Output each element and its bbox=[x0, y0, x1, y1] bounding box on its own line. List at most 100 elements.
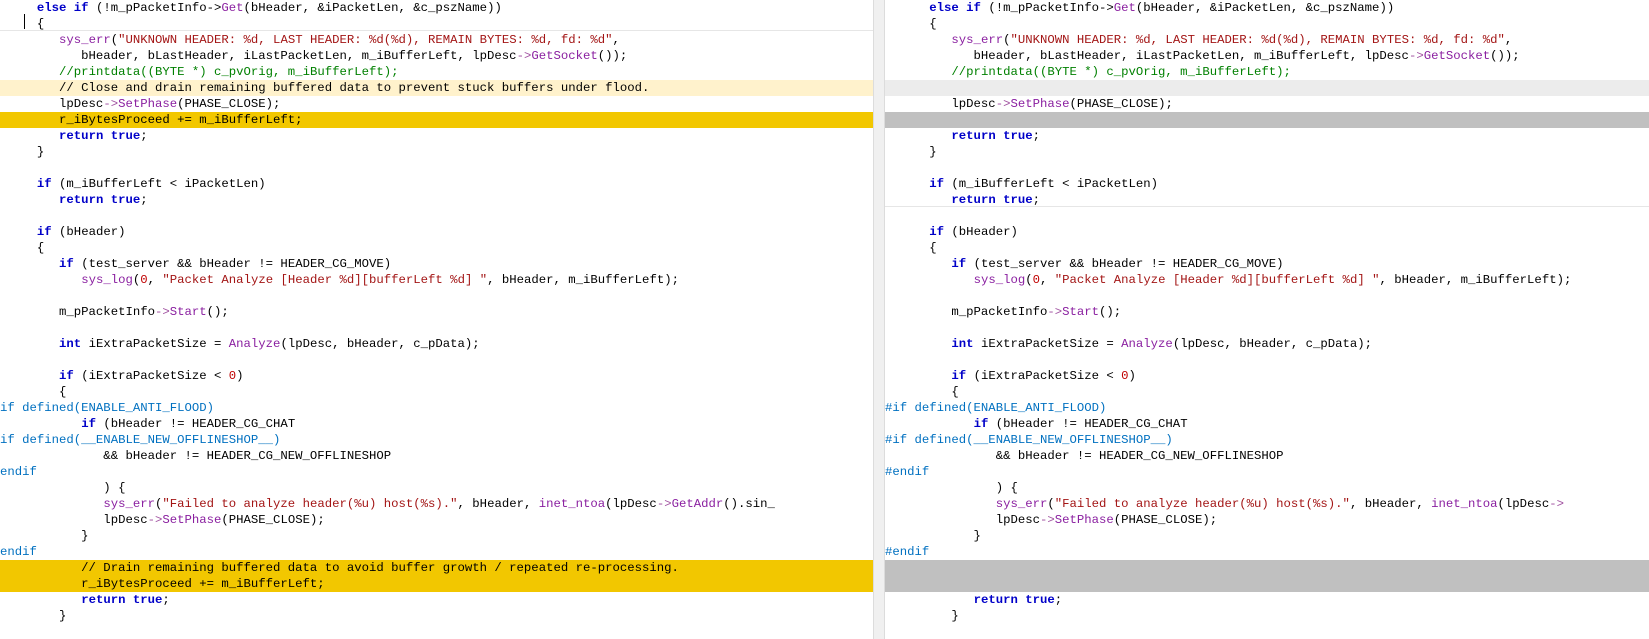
code-token: bHeader, bLastHeader, iLastPacketLen, m_… bbox=[885, 49, 1409, 63]
left-code-line[interactable]: if defined(__ENABLE_NEW_OFFLINESHOP__) bbox=[0, 432, 873, 448]
left-code-line[interactable]: // Drain remaining buffered data to avoi… bbox=[0, 560, 873, 576]
left-code-line[interactable]: r_iBytesProceed += m_iBufferLeft; bbox=[0, 112, 873, 128]
left-code-line[interactable] bbox=[0, 288, 873, 304]
right-code-line[interactable]: if (bHeader) bbox=[885, 224, 1649, 240]
left-code-line[interactable]: m_pPacketInfo->Start(); bbox=[0, 304, 873, 320]
left-code-line[interactable] bbox=[0, 160, 873, 176]
right-code-line[interactable]: sys_log(0, "Packet Analyze [Header %d][b… bbox=[885, 272, 1649, 288]
code-token: { bbox=[0, 241, 45, 255]
right-code-line[interactable] bbox=[885, 352, 1649, 368]
left-code-line[interactable]: if (m_iBufferLeft < iPacketLen) bbox=[0, 176, 873, 192]
right-code-line[interactable]: ) { bbox=[885, 480, 1649, 496]
left-code-line[interactable] bbox=[0, 208, 873, 224]
left-code-line[interactable]: if (test_server && bHeader != HEADER_CG_… bbox=[0, 256, 873, 272]
code-token: ; bbox=[162, 593, 170, 607]
right-code-line[interactable]: { bbox=[885, 240, 1649, 256]
code-token: "UNKNOWN HEADER: %d, LAST HEADER: %d(%d)… bbox=[118, 33, 613, 47]
right-code-line[interactable]: return true; bbox=[885, 128, 1649, 144]
left-code-line[interactable]: } bbox=[0, 144, 873, 160]
right-code-line[interactable]: lpDesc->SetPhase(PHASE_CLOSE); bbox=[885, 512, 1649, 528]
left-code-line[interactable]: else if (!m_pPacketInfo->Get(bHeader, &i… bbox=[0, 0, 873, 16]
code-token: -> bbox=[206, 1, 222, 15]
right-code-line[interactable] bbox=[885, 576, 1649, 592]
left-code-line[interactable]: } bbox=[0, 608, 873, 624]
right-code-line[interactable] bbox=[885, 560, 1649, 576]
left-code-line[interactable]: endif bbox=[0, 544, 873, 560]
left-code-line[interactable]: bHeader, bLastHeader, iLastPacketLen, m_… bbox=[0, 48, 873, 64]
left-code-line[interactable]: sys_log(0, "Packet Analyze [Header %d][b… bbox=[0, 272, 873, 288]
right-code-line[interactable]: if (m_iBufferLeft < iPacketLen) bbox=[885, 176, 1649, 192]
left-code-line[interactable]: int iExtraPacketSize = Analyze(lpDesc, b… bbox=[0, 336, 873, 352]
left-code-line[interactable] bbox=[0, 320, 873, 336]
code-token: "UNKNOWN HEADER: %d, LAST HEADER: %d(%d)… bbox=[1010, 33, 1505, 47]
right-code-line[interactable]: if (bHeader != HEADER_CG_CHAT bbox=[885, 416, 1649, 432]
left-code-line[interactable]: ) { bbox=[0, 480, 873, 496]
right-code-line[interactable]: if (iExtraPacketSize < 0) bbox=[885, 368, 1649, 384]
line-separator bbox=[885, 206, 1649, 207]
left-code-line[interactable]: return true; bbox=[0, 192, 873, 208]
right-code-line[interactable]: #endif bbox=[885, 544, 1649, 560]
left-code-line[interactable]: } bbox=[0, 528, 873, 544]
code-token: (bHeader) bbox=[51, 225, 126, 239]
left-code-line[interactable]: r_iBytesProceed += m_iBufferLeft; bbox=[0, 576, 873, 592]
right-code-line[interactable] bbox=[885, 112, 1649, 128]
code-token: (iExtraPacketSize < bbox=[966, 369, 1122, 383]
code-token: int bbox=[59, 337, 82, 351]
right-code-line[interactable]: bHeader, bLastHeader, iLastPacketLen, m_… bbox=[885, 48, 1649, 64]
pane-splitter[interactable] bbox=[873, 0, 885, 639]
left-code-line[interactable]: lpDesc->SetPhase(PHASE_CLOSE); bbox=[0, 512, 873, 528]
code-token: iExtraPacketSize = bbox=[81, 337, 229, 351]
code-token: && bHeader != HEADER_CG_NEW_OFFLINESHOP bbox=[885, 449, 1284, 463]
right-code-line[interactable] bbox=[885, 320, 1649, 336]
left-code-line[interactable]: endif bbox=[0, 464, 873, 480]
code-token: GetSocket bbox=[531, 49, 598, 63]
code-token: ()); bbox=[1490, 49, 1520, 63]
left-code-line[interactable]: // Close and drain remaining buffered da… bbox=[0, 80, 873, 96]
left-code-line[interactable]: return true; bbox=[0, 128, 873, 144]
code-token: bHeader, bLastHeader, iLastPacketLen, m_… bbox=[0, 49, 517, 63]
right-code-line[interactable]: if (test_server && bHeader != HEADER_CG_… bbox=[885, 256, 1649, 272]
right-code-line[interactable]: #endif bbox=[885, 464, 1649, 480]
right-code-line[interactable] bbox=[885, 288, 1649, 304]
right-code-line[interactable]: int iExtraPacketSize = Analyze(lpDesc, b… bbox=[885, 336, 1649, 352]
right-code-line[interactable]: } bbox=[885, 608, 1649, 624]
code-token: if bbox=[973, 417, 989, 431]
right-code-line[interactable]: && bHeader != HEADER_CG_NEW_OFFLINESHOP bbox=[885, 448, 1649, 464]
right-code-line[interactable] bbox=[885, 160, 1649, 176]
left-code-line[interactable]: && bHeader != HEADER_CG_NEW_OFFLINESHOP bbox=[0, 448, 873, 464]
left-code-line[interactable]: lpDesc->SetPhase(PHASE_CLOSE); bbox=[0, 96, 873, 112]
right-code-line[interactable]: m_pPacketInfo->Start(); bbox=[885, 304, 1649, 320]
right-code-pane[interactable]: else if (!m_pPacketInfo->Get(bHeader, &i… bbox=[885, 0, 1649, 639]
left-code-line[interactable]: sys_err("Failed to analyze header(%u) ho… bbox=[0, 496, 873, 512]
right-code-line[interactable] bbox=[885, 208, 1649, 224]
left-code-line[interactable]: //printdata((BYTE *) c_pvOrig, m_iBuffer… bbox=[0, 64, 873, 80]
code-token: } bbox=[0, 529, 89, 543]
left-code-pane[interactable]: else if (!m_pPacketInfo->Get(bHeader, &i… bbox=[0, 0, 873, 639]
left-code-line[interactable]: if (iExtraPacketSize < 0) bbox=[0, 368, 873, 384]
right-code-line[interactable]: else if (!m_pPacketInfo->Get(bHeader, &i… bbox=[885, 0, 1649, 16]
left-code-line[interactable] bbox=[0, 352, 873, 368]
right-code-line[interactable]: //printdata((BYTE *) c_pvOrig, m_iBuffer… bbox=[885, 64, 1649, 80]
right-code-line[interactable]: lpDesc->SetPhase(PHASE_CLOSE); bbox=[885, 96, 1649, 112]
right-code-line[interactable]: } bbox=[885, 144, 1649, 160]
right-code-line[interactable]: } bbox=[885, 528, 1649, 544]
right-code-line[interactable]: #if defined(__ENABLE_NEW_OFFLINESHOP__) bbox=[885, 432, 1649, 448]
right-code-line[interactable]: return true; bbox=[885, 592, 1649, 608]
right-code-line[interactable]: #if defined(ENABLE_ANTI_FLOOD) bbox=[885, 400, 1649, 416]
right-code-line[interactable]: sys_err("Failed to analyze header(%u) ho… bbox=[885, 496, 1649, 512]
left-code-line[interactable]: if (bHeader != HEADER_CG_CHAT bbox=[0, 416, 873, 432]
right-code-line[interactable]: { bbox=[885, 384, 1649, 400]
right-code-line[interactable]: sys_err("UNKNOWN HEADER: %d, LAST HEADER… bbox=[885, 32, 1649, 48]
right-code-line[interactable]: { bbox=[885, 16, 1649, 32]
right-code-line[interactable] bbox=[885, 80, 1649, 96]
code-token: , bbox=[1040, 273, 1055, 287]
left-code-line[interactable]: sys_err("UNKNOWN HEADER: %d, LAST HEADER… bbox=[0, 32, 873, 48]
left-code-line[interactable]: { bbox=[0, 240, 873, 256]
left-code-line[interactable]: if defined(ENABLE_ANTI_FLOOD) bbox=[0, 400, 873, 416]
left-code-line[interactable]: if (bHeader) bbox=[0, 224, 873, 240]
code-token: endif bbox=[0, 545, 37, 559]
left-code-line[interactable]: { bbox=[0, 384, 873, 400]
left-code-line[interactable]: return true; bbox=[0, 592, 873, 608]
